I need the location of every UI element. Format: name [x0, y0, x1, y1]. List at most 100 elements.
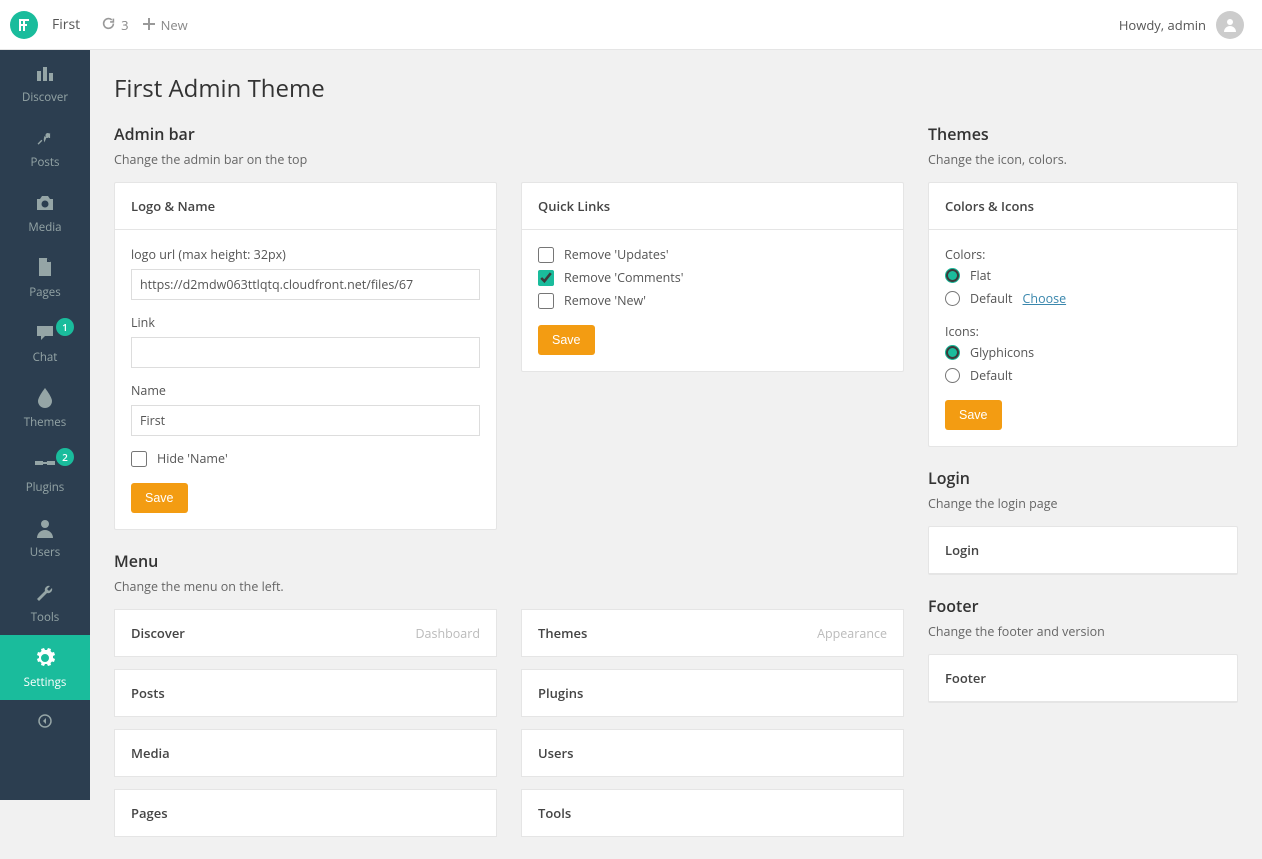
menu-card-users[interactable]: Users	[521, 729, 904, 777]
icon-glyph-radio[interactable]: Glyphicons	[945, 344, 1221, 361]
save-button[interactable]: Save	[538, 325, 595, 355]
badge: 1	[56, 318, 74, 336]
remove-comments-check[interactable]: Remove 'Comments'	[538, 269, 887, 286]
login-heading: Login	[928, 467, 1238, 489]
sidebar-item-label: Discover	[22, 90, 68, 105]
menu-card-pages[interactable]: Pages	[114, 789, 497, 837]
site-title[interactable]: First	[52, 15, 80, 34]
footer-desc: Change the footer and version	[928, 623, 1238, 640]
sidebar-item-label: Users	[30, 545, 61, 560]
save-button[interactable]: Save	[945, 400, 1002, 430]
plus-icon	[143, 16, 155, 34]
logo-url-input[interactable]	[131, 269, 480, 300]
main-content: First Admin Theme Admin bar Change the a…	[90, 50, 1262, 859]
menu-heading: Menu	[114, 550, 904, 572]
link-input[interactable]	[131, 337, 480, 368]
drop-icon	[34, 387, 56, 409]
sidebar-item-label: Pages	[29, 285, 61, 300]
themes-desc: Change the icon, colors.	[928, 151, 1238, 168]
remove-new-check[interactable]: Remove 'New'	[538, 292, 887, 309]
choose-link[interactable]: Choose	[1023, 290, 1067, 307]
pin-icon	[34, 127, 56, 149]
link-label: Link	[131, 314, 480, 331]
user-icon	[34, 517, 56, 539]
badge: 2	[56, 448, 74, 466]
logo-name-panel-head[interactable]: Logo & Name	[115, 183, 496, 230]
menu-desc: Change the menu on the left.	[114, 578, 904, 595]
icon-default-radio[interactable]: Default	[945, 367, 1221, 384]
menu-card-discover[interactable]: DiscoverDashboard	[114, 609, 497, 657]
footer-panel: Footer	[928, 654, 1238, 703]
sidebar-item-label: Plugins	[26, 480, 65, 495]
chat-icon	[34, 322, 56, 344]
refresh-icon	[102, 16, 115, 34]
sidebar-item-posts[interactable]: Posts	[0, 115, 90, 180]
updates-link[interactable]: 3	[102, 16, 128, 34]
sidebar-item-label: Themes	[24, 415, 66, 430]
menu-card-posts[interactable]: Posts	[114, 669, 497, 717]
sidebar-item-tools[interactable]: Tools	[0, 570, 90, 635]
wrench-icon	[34, 582, 56, 604]
hide-name-check[interactable]: Hide 'Name'	[131, 450, 480, 467]
remove-comments-checkbox[interactable]	[538, 270, 554, 286]
sidebar-item-settings[interactable]: Settings	[0, 635, 90, 700]
footer-heading: Footer	[928, 595, 1238, 617]
greeting[interactable]: Howdy, admin	[1119, 16, 1206, 34]
adminbar-desc: Change the admin bar on the top	[114, 151, 904, 168]
topbar: First 3 New Howdy, admin	[0, 0, 1262, 50]
icons-label: Icons:	[945, 323, 1221, 340]
name-input[interactable]	[131, 405, 480, 436]
remove-updates-check[interactable]: Remove 'Updates'	[538, 246, 887, 263]
remove-updates-checkbox[interactable]	[538, 247, 554, 263]
topbar-left: First 3 New	[10, 11, 188, 39]
login-desc: Change the login page	[928, 495, 1238, 512]
new-label: New	[161, 16, 188, 34]
footer-panel-head[interactable]: Footer	[929, 655, 1237, 702]
plugin-icon	[34, 452, 56, 474]
menu-card-media[interactable]: Media	[114, 729, 497, 777]
new-link[interactable]: New	[143, 16, 188, 34]
adminbar-heading: Admin bar	[114, 123, 904, 145]
sidebar-item-label: Posts	[31, 155, 60, 170]
page-icon	[34, 257, 56, 279]
menu-card-themes[interactable]: ThemesAppearance	[521, 609, 904, 657]
colors-icons-panel: Colors & Icons Colors: Flat Default Choo…	[928, 182, 1238, 447]
sidebar-item-themes[interactable]: Themes	[0, 375, 90, 440]
themes-heading: Themes	[928, 123, 1238, 145]
sidebar: Discover Posts Media Pages Chat 1 Themes…	[0, 50, 90, 800]
sidebar-item-discover[interactable]: Discover	[0, 50, 90, 115]
quick-links-panel: Quick Links Remove 'Updates' Remove 'Com…	[521, 182, 904, 372]
gear-icon	[34, 647, 56, 669]
chart-icon	[34, 62, 56, 84]
sidebar-item-label: Tools	[31, 610, 60, 625]
sidebar-item-users[interactable]: Users	[0, 505, 90, 570]
avatar[interactable]	[1216, 11, 1244, 39]
quick-links-panel-head[interactable]: Quick Links	[522, 183, 903, 230]
remove-new-checkbox[interactable]	[538, 293, 554, 309]
menu-card-plugins[interactable]: Plugins	[521, 669, 904, 717]
colors-icons-panel-head[interactable]: Colors & Icons	[929, 183, 1237, 230]
logo-name-panel: Logo & Name logo url (max height: 32px) …	[114, 182, 497, 530]
sidebar-item-label: Chat	[33, 350, 58, 365]
sidebar-item-plugins[interactable]: Plugins 2	[0, 440, 90, 505]
camera-icon	[34, 192, 56, 214]
save-button[interactable]: Save	[131, 483, 188, 513]
sidebar-collapse[interactable]	[0, 700, 90, 742]
colors-label: Colors:	[945, 246, 1221, 263]
color-flat-radio[interactable]: Flat	[945, 267, 1221, 284]
sidebar-item-label: Media	[28, 220, 61, 235]
topbar-right: Howdy, admin	[1119, 11, 1244, 39]
sidebar-item-media[interactable]: Media	[0, 180, 90, 245]
updates-count: 3	[121, 16, 128, 34]
logo-icon[interactable]	[10, 11, 38, 39]
login-panel: Login	[928, 526, 1238, 575]
sidebar-item-chat[interactable]: Chat 1	[0, 310, 90, 375]
sidebar-item-pages[interactable]: Pages	[0, 245, 90, 310]
page-title: First Admin Theme	[114, 72, 1238, 105]
login-panel-head[interactable]: Login	[929, 527, 1237, 574]
color-default-radio[interactable]: Default Choose	[945, 290, 1221, 307]
menu-card-tools[interactable]: Tools	[521, 789, 904, 837]
name-label: Name	[131, 382, 480, 399]
logo-url-label: logo url (max height: 32px)	[131, 246, 480, 263]
hide-name-checkbox[interactable]	[131, 451, 147, 467]
